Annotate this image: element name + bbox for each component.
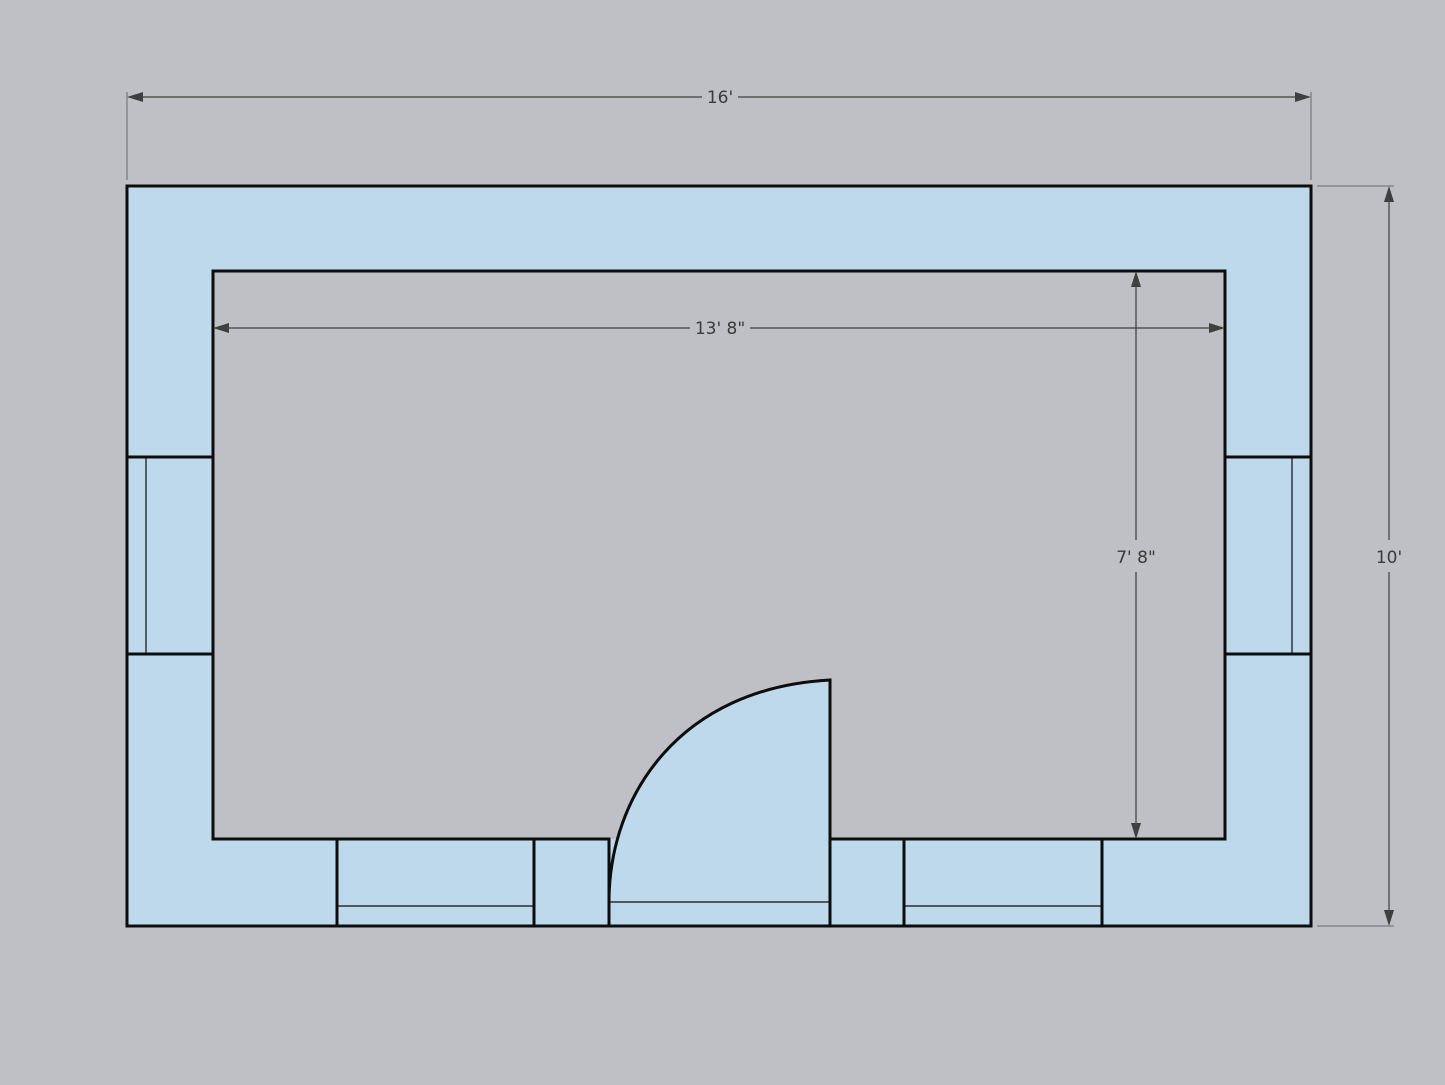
dimension-inner-width: 13' 8" <box>213 319 1225 339</box>
inner-height-label: 7' 8" <box>1116 548 1156 568</box>
dimension-inner-height: 7' 8" <box>1116 271 1156 839</box>
outer-width-label: 16' <box>707 88 733 108</box>
floor-plan-canvas: 16' 13' 8" 7' 8" 10' <box>125 88 1402 928</box>
dimension-outer-height: 10' <box>1317 185 1402 927</box>
dimension-outer-width: 16' <box>126 88 1312 180</box>
outer-height-label: 10' <box>1376 548 1402 568</box>
inner-width-label: 13' 8" <box>695 319 745 339</box>
door-swing <box>609 680 830 902</box>
